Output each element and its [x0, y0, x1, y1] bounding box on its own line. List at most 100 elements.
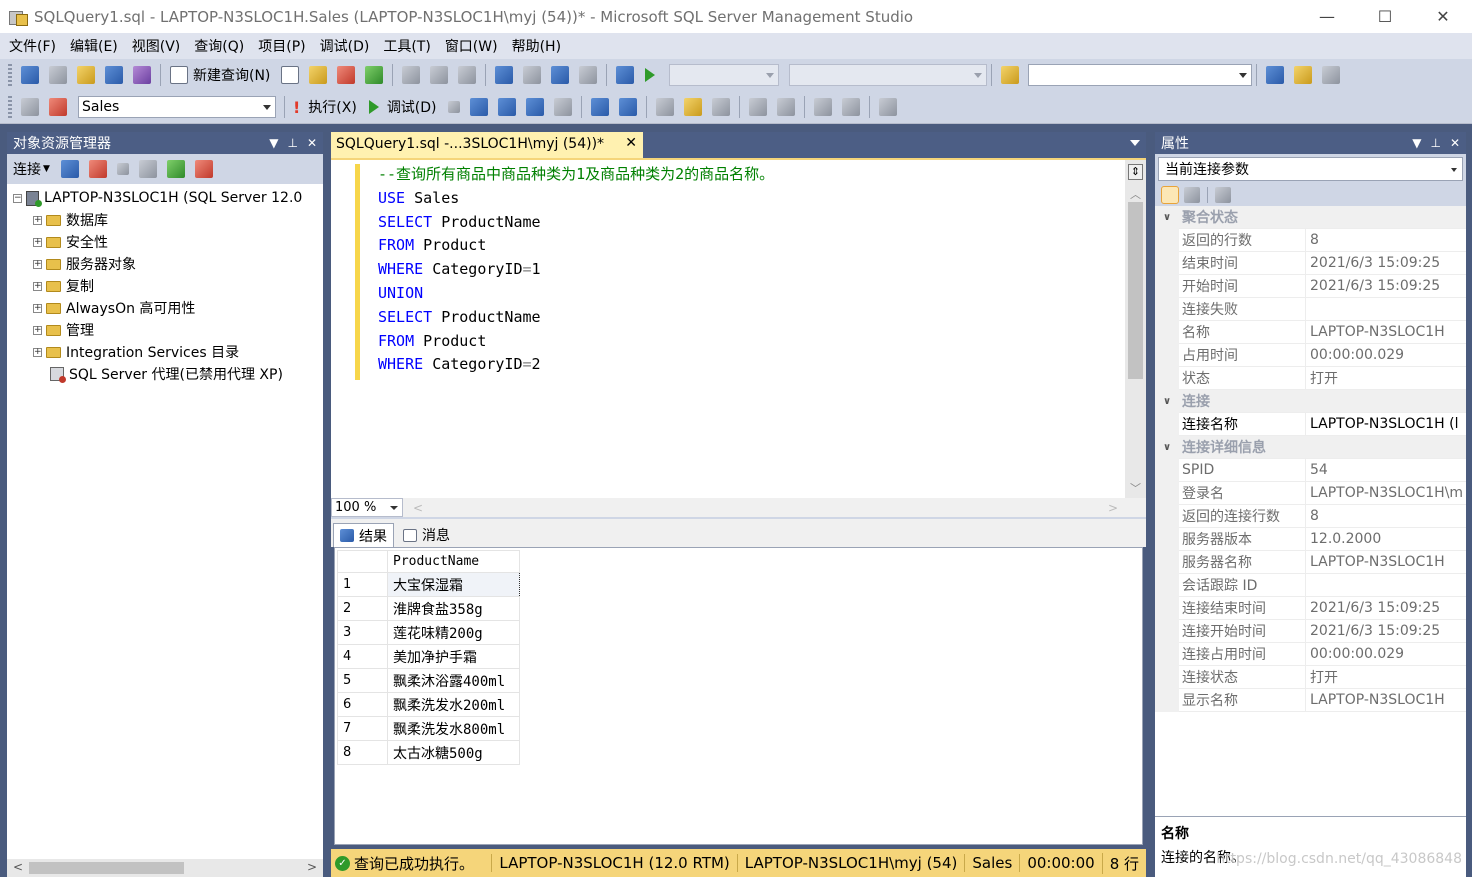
connect-object-explorer-icon[interactable]: [60, 160, 79, 178]
property-row[interactable]: 连接名称 LAPTOP-N3SLOC1H (l: [1155, 412, 1466, 436]
property-row[interactable]: 登录名 LAPTOP-N3SLOC1H\m: [1155, 481, 1466, 505]
find-combo[interactable]: [1028, 64, 1253, 86]
property-category[interactable]: ∨ 连接详细信息: [1155, 435, 1466, 459]
property-row[interactable]: 连接开始时间 2021/6/3 15:09:25: [1155, 619, 1466, 643]
table-cell[interactable]: 飘柔洗发水800ml: [387, 716, 520, 741]
stop-icon[interactable]: [116, 163, 129, 175]
property-value[interactable]: LAPTOP-N3SLOC1H\m: [1306, 485, 1466, 501]
row-number[interactable]: 7: [337, 716, 388, 741]
decrease-indent-icon[interactable]: [813, 98, 832, 116]
property-value[interactable]: 2021/6/3 15:09:25: [1306, 278, 1466, 294]
connect-dropdown[interactable]: 连接: [13, 159, 41, 179]
expand-icon[interactable]: +: [33, 259, 42, 269]
categorized-icon[interactable]: [1161, 186, 1179, 204]
row-number[interactable]: 2: [337, 596, 388, 621]
display-estimated-plan-icon[interactable]: [497, 98, 516, 116]
window-position-icon[interactable]: ▼: [1412, 136, 1421, 150]
tab-dropdown-icon[interactable]: [1130, 140, 1140, 146]
column-header[interactable]: ProductName: [387, 550, 520, 573]
paste-icon[interactable]: [458, 66, 477, 84]
results-to-file-icon[interactable]: [711, 98, 730, 116]
xmla-query-icon[interactable]: [365, 66, 384, 84]
close-icon[interactable]: ✕: [625, 135, 637, 151]
tree-node-replication[interactable]: + 复制: [7, 275, 323, 297]
pin-icon[interactable]: ⊥: [287, 136, 297, 150]
close-icon[interactable]: ✕: [307, 136, 317, 150]
object-explorer-hscrollbar[interactable]: < >: [7, 859, 323, 877]
tree-node-security[interactable]: + 安全性: [7, 231, 323, 253]
pin-icon[interactable]: ⊥: [1430, 136, 1440, 150]
property-row[interactable]: 占用时间 00:00:00.029: [1155, 343, 1466, 367]
row-number[interactable]: 4: [337, 644, 388, 669]
menu-edit[interactable]: 编辑(E): [63, 36, 125, 56]
property-row[interactable]: 开始时间 2021/6/3 15:09:25: [1155, 274, 1466, 298]
menu-view[interactable]: 视图(V): [125, 36, 188, 56]
scroll-left-icon[interactable]: <: [13, 860, 23, 874]
start-debugging-icon[interactable]: [645, 68, 656, 82]
split-window-icon[interactable]: ⇕: [1128, 164, 1143, 180]
property-value[interactable]: 00:00:00.029: [1306, 347, 1466, 363]
execute-icon[interactable]: !: [293, 98, 300, 117]
include-client-statistics-icon[interactable]: [618, 98, 637, 116]
query-options-icon[interactable]: [553, 98, 572, 116]
minimize-button[interactable]: —: [1298, 0, 1356, 33]
query-designer-icon[interactable]: [525, 98, 544, 116]
property-row[interactable]: 连接结束时间 2021/6/3 15:09:25: [1155, 596, 1466, 620]
table-cell[interactable]: 淮牌食盐358g: [387, 596, 520, 621]
chevron-down-icon[interactable]: ▼: [43, 164, 50, 174]
copy-icon[interactable]: [430, 66, 449, 84]
property-row[interactable]: 会话跟踪 ID: [1155, 573, 1466, 597]
scrollbar-thumb[interactable]: [1128, 202, 1143, 379]
refresh-icon[interactable]: [166, 160, 185, 178]
scroll-left-icon[interactable]: <: [413, 501, 423, 515]
toolbar-grip[interactable]: [8, 64, 12, 86]
property-value[interactable]: 2021/6/3 15:09:25: [1306, 623, 1466, 639]
properties-object-select[interactable]: 当前连接参数: [1158, 157, 1463, 181]
property-row[interactable]: 服务器版本 12.0.2000: [1155, 527, 1466, 551]
menu-tools[interactable]: 工具(T): [376, 36, 437, 56]
analysis-mdx-query-icon[interactable]: [309, 66, 328, 84]
property-value[interactable]: 2021/6/3 15:09:25: [1306, 255, 1466, 271]
close-icon[interactable]: ✕: [1450, 136, 1460, 150]
property-row[interactable]: 显示名称 LAPTOP-N3SLOC1H: [1155, 688, 1466, 712]
expand-icon[interactable]: +: [33, 303, 42, 313]
change-connection-icon[interactable]: [49, 98, 67, 116]
tree-node-integration-services[interactable]: + Integration Services 目录: [7, 341, 323, 363]
new-project-icon[interactable]: [21, 66, 39, 84]
execute-button[interactable]: 执行(X): [308, 97, 357, 117]
database-engine-query-icon[interactable]: [281, 66, 300, 84]
menu-file[interactable]: 文件(F): [2, 36, 63, 56]
property-value[interactable]: 54: [1306, 462, 1466, 478]
property-category[interactable]: ∨ 聚合状态: [1155, 205, 1466, 229]
expand-icon[interactable]: +: [33, 237, 42, 247]
new-query-icon[interactable]: [170, 66, 188, 84]
property-value[interactable]: 8: [1306, 508, 1466, 524]
table-cell[interactable]: 飘柔沐浴露400ml: [387, 668, 520, 693]
results-grid[interactable]: ProductName 1 大宝保湿霜 2 淮牌食盐358g 3 莲花味精200g 4…: [334, 547, 1143, 845]
properties-window-icon[interactable]: [1322, 66, 1341, 84]
menu-query[interactable]: 查询(Q): [187, 36, 251, 56]
tree-node-databases[interactable]: + 数据库: [7, 209, 323, 231]
property-value[interactable]: 12.0.2000: [1306, 531, 1466, 547]
property-row[interactable]: 连接占用时间 00:00:00.029: [1155, 642, 1466, 666]
debug-button[interactable]: 调试(D): [387, 97, 437, 117]
uncomment-icon[interactable]: [776, 98, 795, 116]
filter-icon[interactable]: [138, 160, 157, 178]
results-to-text-icon[interactable]: [655, 98, 674, 116]
disconnect-icon[interactable]: [88, 160, 107, 178]
zoom-select[interactable]: 100 %: [331, 498, 403, 517]
property-value[interactable]: 8: [1306, 232, 1466, 248]
row-number[interactable]: 8: [337, 740, 388, 765]
table-cell[interactable]: 太古冰糖500g: [387, 740, 520, 765]
add-item-icon[interactable]: [49, 66, 67, 84]
property-value[interactable]: 打开: [1306, 667, 1466, 687]
property-row[interactable]: 状态 打开: [1155, 366, 1466, 390]
collapse-icon[interactable]: ∨: [1155, 205, 1179, 229]
menu-help[interactable]: 帮助(H): [505, 36, 568, 56]
property-row[interactable]: 连接状态 打开: [1155, 665, 1466, 689]
start-powershell-icon[interactable]: [194, 160, 213, 178]
table-cell[interactable]: 美加净护手霜: [387, 644, 520, 669]
comment-out-icon[interactable]: [748, 98, 767, 116]
scroll-up-icon[interactable]: ︿: [1130, 186, 1141, 202]
tree-node-management[interactable]: + 管理: [7, 319, 323, 341]
